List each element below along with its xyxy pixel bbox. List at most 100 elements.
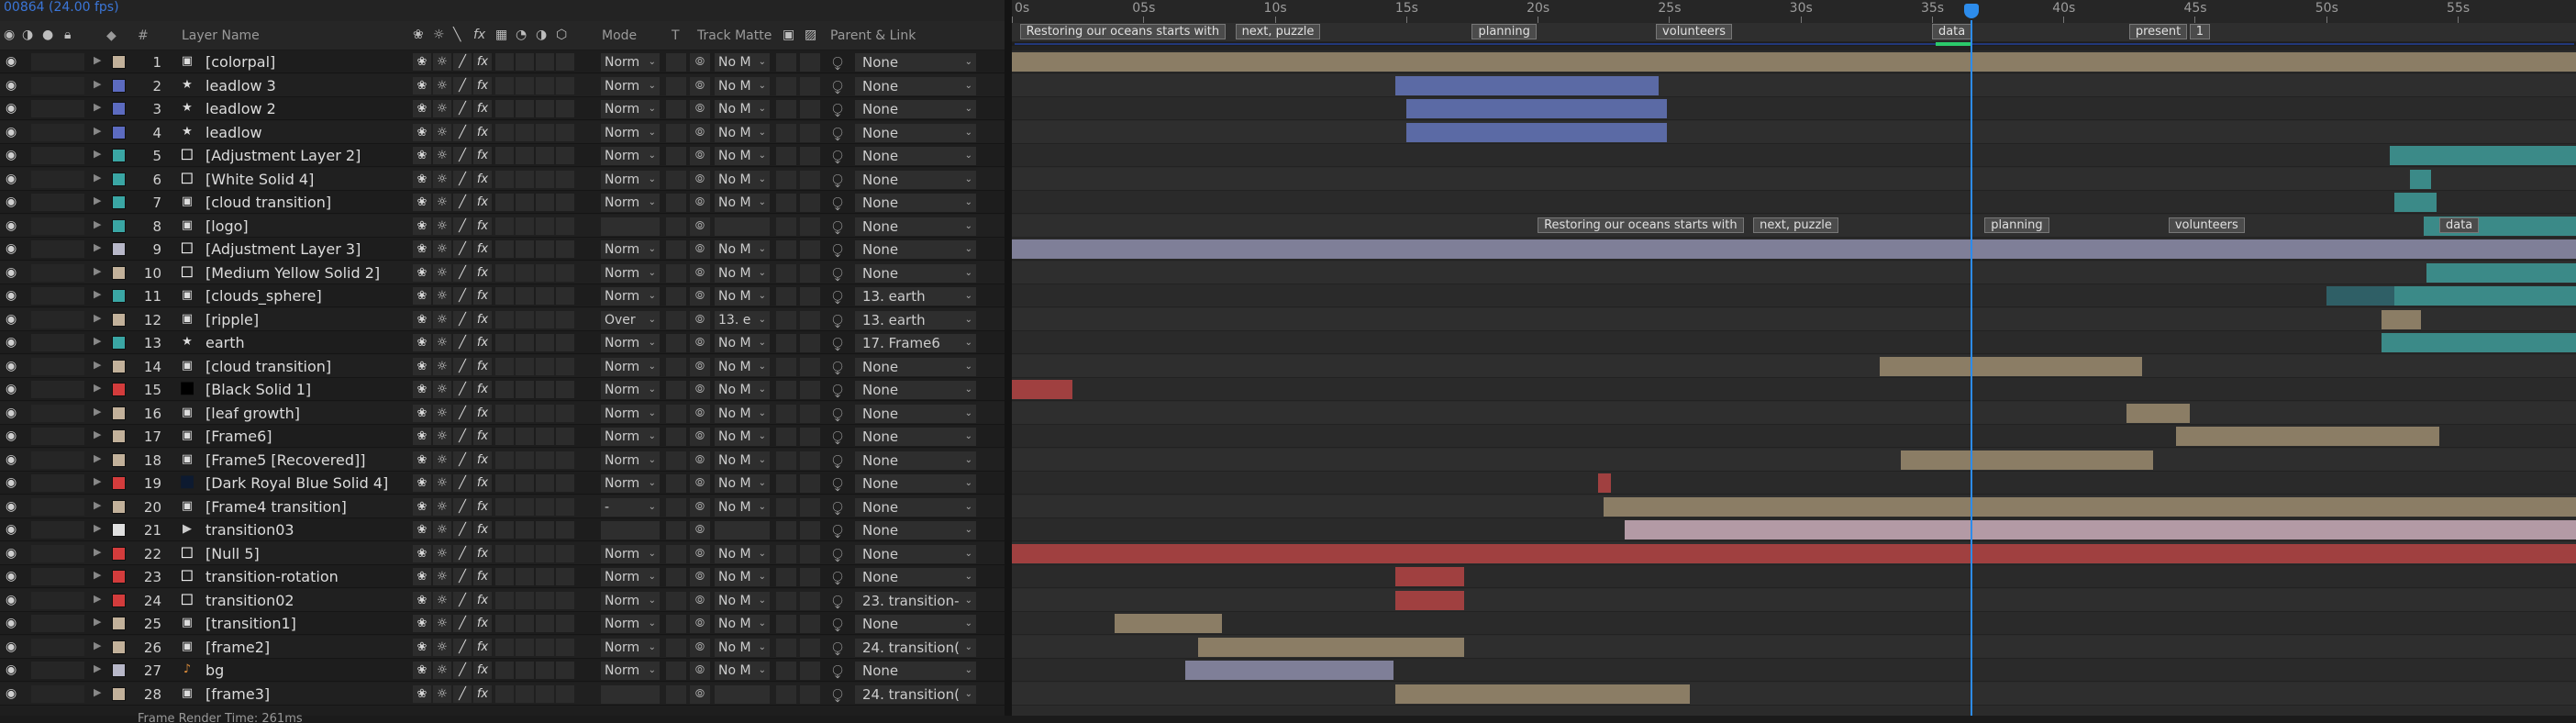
adjustment-switch[interactable]: [536, 77, 554, 95]
eye-icon[interactable]: ◉: [6, 452, 17, 467]
matte-link-icon[interactable]: ⦾: [690, 685, 710, 704]
matte-invert-toggle[interactable]: [800, 240, 820, 259]
collapse-switch-icon[interactable]: ☼: [433, 615, 451, 632]
adjustment-switch[interactable]: [536, 311, 554, 328]
track-matte-dropdown[interactable]: No M ⌄: [715, 264, 770, 283]
expand-arrow-icon[interactable]: ▶: [94, 359, 101, 371]
solo-toggle[interactable]: [48, 287, 66, 305]
adjustment-switch[interactable]: [536, 615, 554, 632]
pick-whip-icon[interactable]: ⧬: [827, 568, 849, 586]
parent-dropdown[interactable]: None ⌄: [855, 147, 976, 165]
current-time-indicator[interactable]: [1963, 4, 1979, 18]
matte-alpha-toggle[interactable]: [776, 287, 796, 306]
matte-alpha-toggle[interactable]: [776, 685, 796, 704]
frame-blend-switch[interactable]: [495, 451, 514, 469]
eye-icon[interactable]: ◉: [6, 265, 17, 280]
frame-blend-switch[interactable]: [495, 428, 514, 445]
effects-switch-icon[interactable]: fx: [473, 545, 492, 562]
layer-duration-bar[interactable]: [2410, 170, 2432, 189]
lock-toggle[interactable]: [66, 592, 84, 609]
layer-duration-bar[interactable]: [2394, 193, 2437, 212]
pick-whip-icon[interactable]: ⧬: [827, 264, 849, 283]
track-matte-dropdown[interactable]: No M ⌄: [715, 287, 770, 306]
collapse-switch-icon[interactable]: ☼: [433, 100, 451, 117]
layer-duration-bar[interactable]: [1624, 520, 2576, 539]
pick-whip-icon[interactable]: ⧬: [827, 428, 849, 446]
blend-mode-dropdown[interactable]: Norm ⌄: [601, 264, 660, 283]
quality-switch-icon[interactable]: ╱: [453, 311, 472, 328]
label-color-swatch[interactable]: [112, 453, 126, 467]
3d-switch[interactable]: [556, 474, 574, 492]
audio-toggle[interactable]: [31, 287, 50, 305]
parent-dropdown[interactable]: None ⌄: [855, 171, 976, 189]
collapse-switch-icon[interactable]: ☼: [433, 545, 451, 562]
preserve-transparency-toggle[interactable]: [666, 287, 686, 306]
layer-name[interactable]: [leaf growth]: [205, 405, 300, 422]
solo-toggle[interactable]: [48, 77, 66, 95]
solo-toggle[interactable]: [48, 662, 66, 679]
pick-whip-icon[interactable]: ⧬: [827, 77, 849, 95]
track-matte-dropdown[interactable]: No M ⌄: [715, 124, 770, 142]
preserve-transparency-toggle[interactable]: [666, 147, 686, 165]
lock-toggle[interactable]: [66, 685, 84, 703]
blend-mode-dropdown[interactable]: Norm ⌄: [601, 287, 660, 306]
adjustment-switch[interactable]: [536, 53, 554, 71]
audio-toggle[interactable]: [31, 171, 50, 188]
3d-switch[interactable]: [556, 53, 574, 71]
blend-mode-dropdown[interactable]: Norm ⌄: [601, 77, 660, 95]
parent-dropdown[interactable]: None ⌄: [855, 264, 976, 283]
layer-duration-bar[interactable]: [2176, 427, 2439, 446]
solo-toggle[interactable]: [48, 240, 66, 258]
audio-toggle[interactable]: [31, 217, 50, 235]
adjustment-switch[interactable]: [536, 405, 554, 422]
3d-switch[interactable]: [556, 240, 574, 258]
lock-toggle[interactable]: [66, 521, 84, 539]
blend-mode-dropdown[interactable]: Norm ⌄: [601, 639, 660, 657]
eye-icon[interactable]: ◉: [6, 616, 17, 630]
adjustment-switch[interactable]: [536, 217, 554, 235]
frame-blend-switch[interactable]: [495, 639, 514, 656]
lock-toggle[interactable]: [66, 287, 84, 305]
solo-switch-icon[interactable]: ●: [42, 28, 53, 42]
blend-mode-dropdown[interactable]: Norm ⌄: [601, 662, 660, 680]
effects-switch-icon[interactable]: fx: [473, 311, 492, 328]
expand-arrow-icon[interactable]: ▶: [94, 686, 101, 698]
eye-icon[interactable]: ◉: [6, 640, 17, 654]
preserve-transparency-toggle[interactable]: [666, 685, 686, 704]
3d-switch[interactable]: [556, 451, 574, 469]
adjustment-switch[interactable]: [536, 171, 554, 188]
layer-name[interactable]: transition02: [205, 592, 294, 609]
track-matte-dropdown[interactable]: No M ⌄: [715, 100, 770, 118]
preserve-transparency-toggle[interactable]: [666, 639, 686, 657]
matte-invert-toggle[interactable]: [800, 568, 820, 586]
audio-toggle[interactable]: [31, 334, 50, 351]
collapse-switch-icon[interactable]: ☼: [433, 381, 451, 398]
blend-mode-dropdown[interactable]: - ⌄: [601, 498, 660, 517]
audio-toggle[interactable]: [31, 474, 50, 492]
preserve-transparency-toggle[interactable]: [666, 428, 686, 446]
matte-alpha-toggle[interactable]: [776, 521, 796, 539]
audio-toggle[interactable]: [31, 147, 50, 164]
layer-marker[interactable]: next, puzzle: [1753, 217, 1838, 233]
collapse-switch-icon[interactable]: ☼: [433, 592, 451, 609]
eye-icon[interactable]: ◉: [6, 522, 17, 537]
layer-name[interactable]: [colorpal]: [205, 53, 275, 71]
quality-switch-icon[interactable]: ╲: [453, 28, 461, 42]
pick-whip-icon[interactable]: ⧬: [827, 592, 849, 610]
audio-toggle[interactable]: [31, 124, 50, 141]
adjustment-switch[interactable]: [536, 545, 554, 562]
blend-mode-dropdown[interactable]: Norm ⌄: [601, 568, 660, 586]
expand-arrow-icon[interactable]: ▶: [94, 265, 101, 277]
lock-toggle[interactable]: [66, 405, 84, 422]
layer-row[interactable]: ◉ ▶ 14 ▣ [cloud transition] ❀ ☼ ╱ fx Norm ⌄ ⦾ No M ⌄ ⧬…: [0, 355, 1005, 378]
label-color-swatch[interactable]: [112, 383, 126, 396]
label-color-swatch[interactable]: [112, 429, 126, 443]
layer-duration-bar[interactable]: [1395, 567, 1464, 586]
matte-invert-toggle[interactable]: [800, 124, 820, 142]
quality-switch-icon[interactable]: ╱: [453, 358, 472, 375]
matte-link-icon[interactable]: ⦾: [690, 451, 710, 470]
expand-arrow-icon[interactable]: ▶: [94, 640, 101, 651]
track-matte-dropdown[interactable]: [715, 521, 770, 539]
pick-whip-icon[interactable]: ⧬: [827, 171, 849, 189]
current-time-indicator-line[interactable]: [1970, 20, 1972, 723]
